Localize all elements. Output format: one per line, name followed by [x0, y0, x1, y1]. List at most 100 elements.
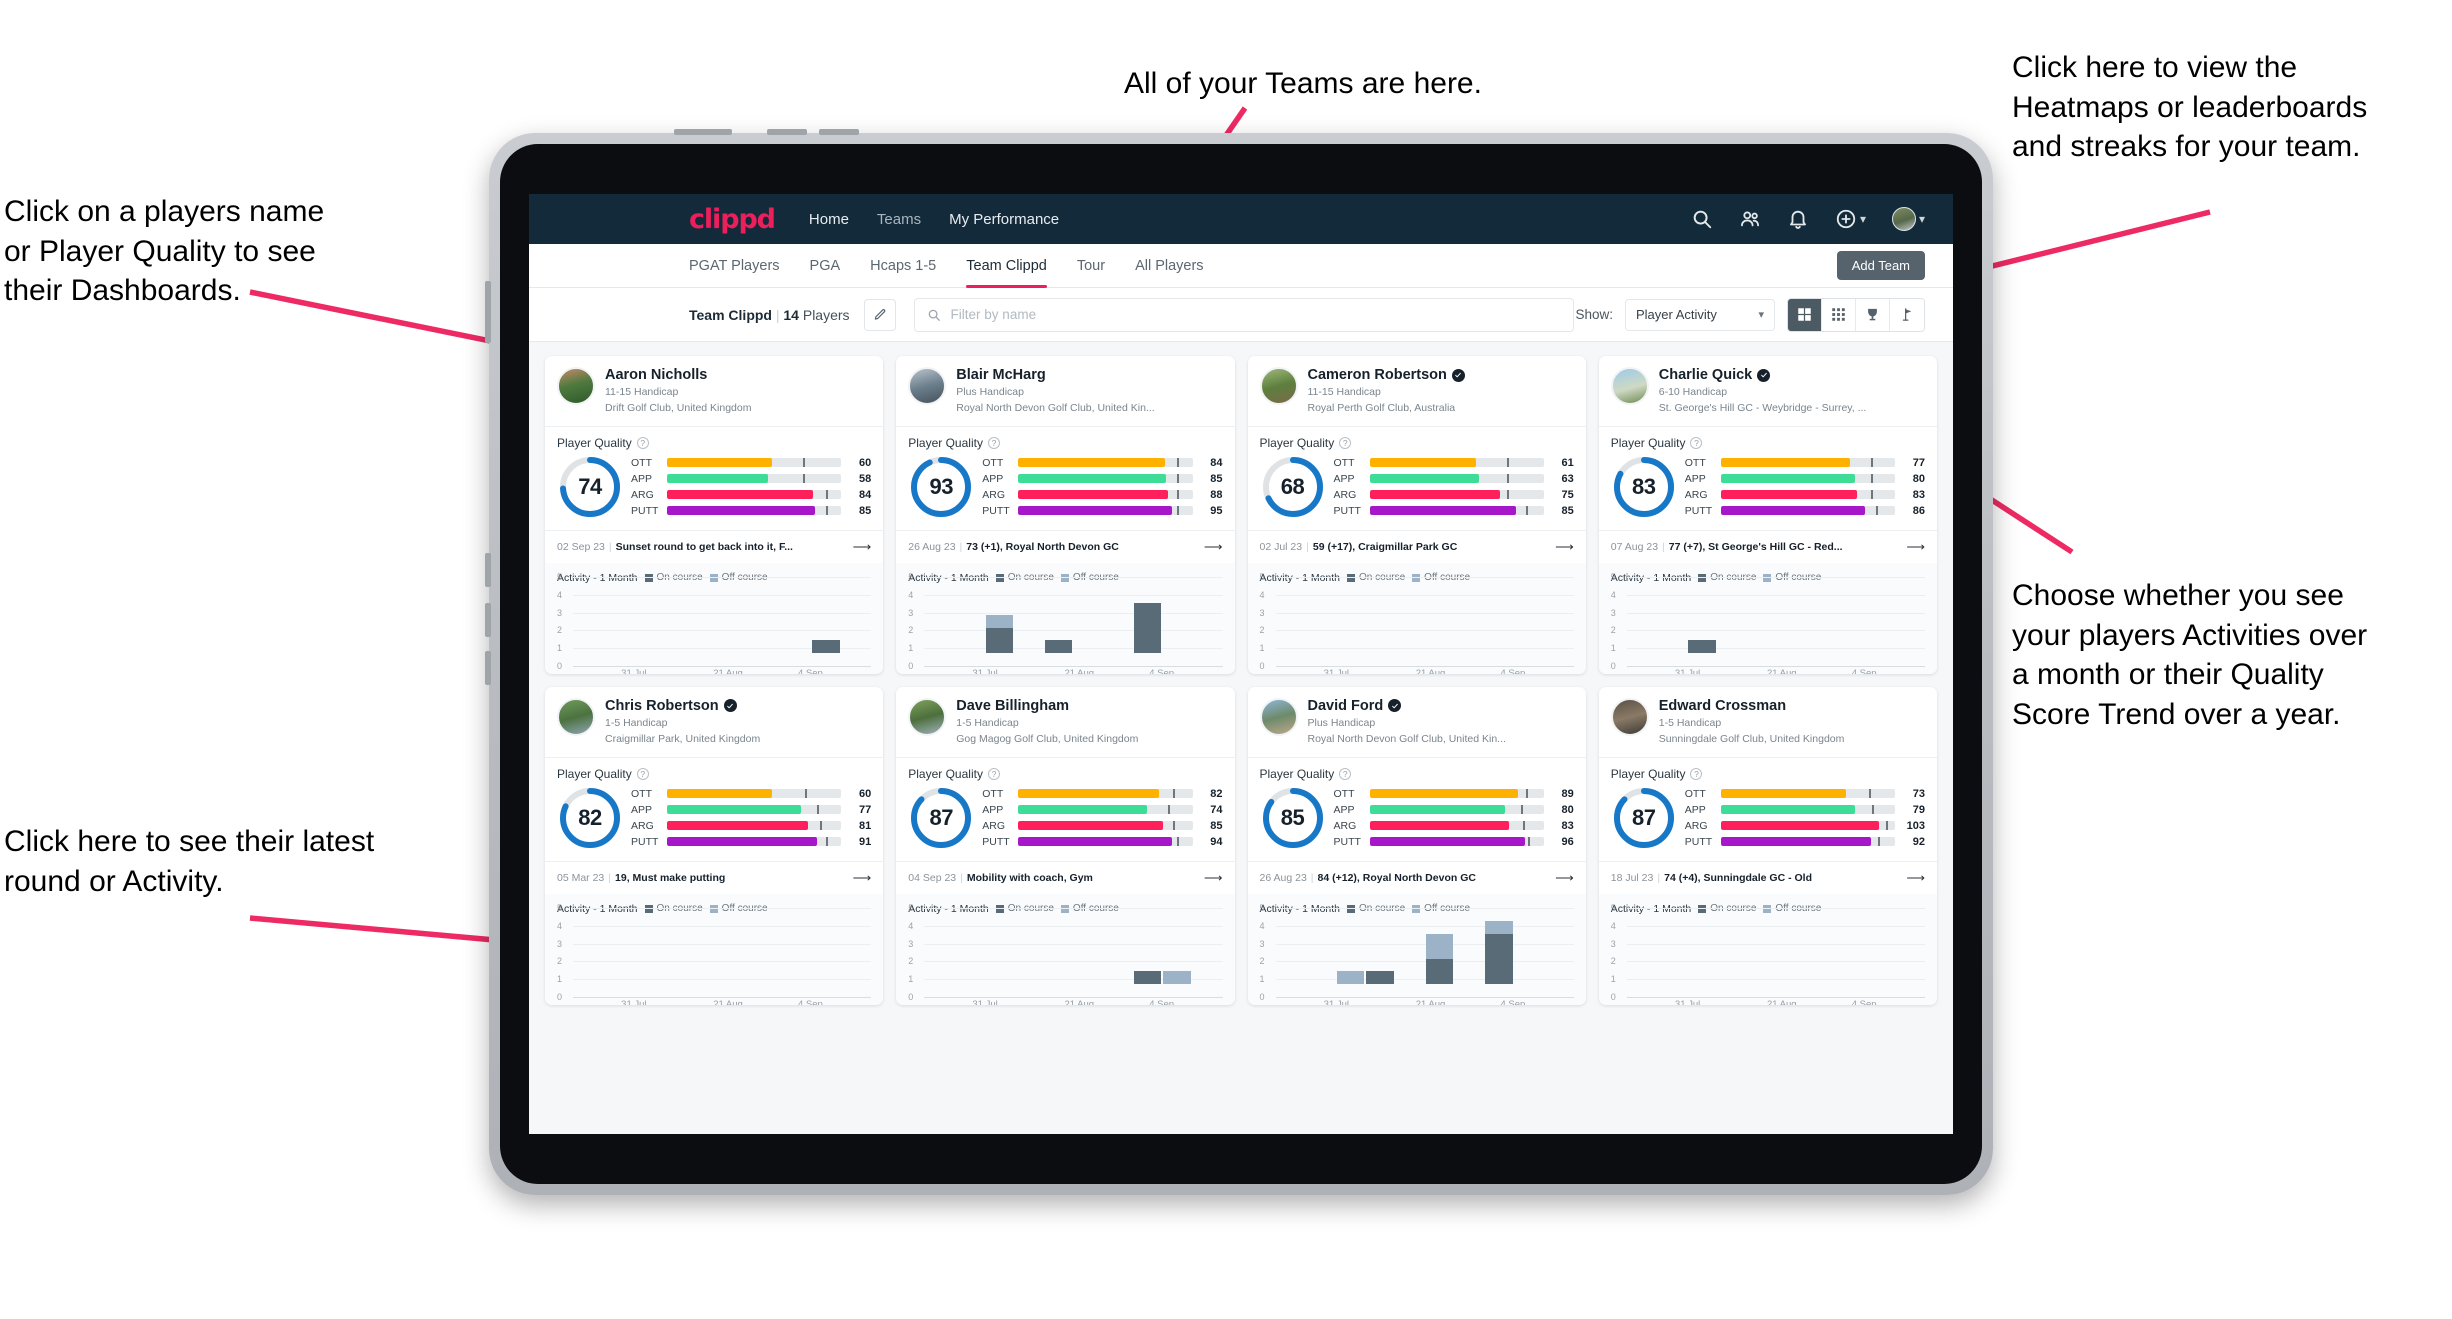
quality-ring[interactable]: 68: [1260, 454, 1326, 520]
quality-ring[interactable]: 87: [1611, 785, 1677, 851]
player-name[interactable]: Blair McHarg: [956, 367, 1045, 383]
course-view-button[interactable]: [1890, 298, 1924, 331]
player-avatar[interactable]: [908, 367, 947, 405]
player-avatar[interactable]: [1259, 367, 1298, 405]
arrow-right-icon[interactable]: ⟶: [1547, 539, 1574, 555]
avatar[interactable]: [1891, 207, 1916, 231]
arrow-right-icon[interactable]: ⟶: [1547, 870, 1574, 886]
latest-round-row[interactable]: 04 Sep 23 | Mobility with coach, Gym ⟶: [896, 862, 1234, 894]
add-team-button[interactable]: Add Team: [1836, 251, 1925, 280]
latest-round-row[interactable]: 18 Jul 23 | 74 (+4), Sunningdale GC - Old ⟶: [1599, 862, 1937, 894]
quality-ring[interactable]: 82: [557, 785, 623, 851]
tab-all-players[interactable]: All Players: [1135, 244, 1204, 288]
legend-off-course: Off course: [1763, 572, 1821, 583]
plus-circle-icon[interactable]: [1835, 208, 1857, 230]
volume-up-button[interactable]: [767, 129, 807, 135]
player-avatar[interactable]: [1610, 367, 1649, 405]
player-card[interactable]: Chris Robertson 1-5 Handicap Craigmillar P…: [545, 686, 884, 1005]
nav-item-teams[interactable]: Teams: [877, 211, 921, 228]
player-card[interactable]: Edward Crossman 1-5 Handicap Sunningdale G…: [1598, 686, 1937, 1005]
volume-down-button[interactable]: [819, 129, 859, 135]
help-icon[interactable]: ?: [987, 436, 1000, 449]
arrow-right-icon[interactable]: ⟶: [1898, 539, 1925, 555]
player-quality-label[interactable]: Player Quality: [908, 436, 983, 450]
player-card[interactable]: Aaron Nicholls 11-15 Handicap Drift Golf C…: [545, 356, 884, 674]
side-button-1[interactable]: [485, 553, 491, 587]
arrow-right-icon[interactable]: ⟶: [1196, 539, 1223, 555]
latest-round-row[interactable]: 02 Sep 23 | Sunset round to get back into …: [545, 531, 883, 563]
help-icon[interactable]: ?: [1339, 436, 1352, 449]
player-name[interactable]: Edward Crossman: [1659, 698, 1786, 714]
player-avatar[interactable]: [1610, 697, 1649, 736]
latest-round-row[interactable]: 26 Aug 23 | 84 (+12), Royal North Devon GC…: [1248, 862, 1586, 894]
player-quality-label[interactable]: Player Quality: [1260, 767, 1335, 781]
tab-team-clippd[interactable]: Team Clippd: [966, 244, 1047, 288]
player-avatar[interactable]: [557, 367, 595, 405]
arrow-right-icon[interactable]: ⟶: [1898, 870, 1925, 886]
chart-y-label: 4: [557, 920, 563, 931]
side-button-3[interactable]: [485, 651, 491, 685]
side-button-2[interactable]: [485, 603, 491, 637]
people-icon[interactable]: [1739, 208, 1761, 230]
tab-hcaps-1-5[interactable]: Hcaps 1-5: [870, 244, 936, 288]
player-name[interactable]: Charlie Quick: [1659, 367, 1752, 383]
player-avatar[interactable]: [557, 697, 595, 736]
edit-team-button[interactable]: [863, 298, 896, 331]
tab-pga[interactable]: PGA: [810, 244, 841, 288]
player-name[interactable]: Chris Robertson: [605, 698, 719, 714]
player-avatar[interactable]: [908, 697, 947, 736]
latest-round-row[interactable]: 26 Aug 23 | 73 (+1), Royal North Devon GC ⟶: [896, 531, 1234, 563]
player-quality-label[interactable]: Player Quality: [557, 767, 632, 781]
player-card[interactable]: Charlie Quick 6-10 Handicap St. George's H…: [1598, 356, 1937, 674]
player-card[interactable]: Blair McHarg Plus Handicap Royal North Dev…: [896, 356, 1235, 674]
help-icon[interactable]: ?: [1690, 436, 1703, 449]
arrow-right-icon[interactable]: ⟶: [1196, 870, 1223, 886]
metric-row: APP 63: [1334, 473, 1574, 485]
search-icon[interactable]: [1691, 208, 1713, 230]
show-select[interactable]: Player Activity ▾: [1625, 298, 1775, 331]
add-menu[interactable]: ▾: [1835, 208, 1866, 230]
player-name[interactable]: David Ford: [1308, 698, 1384, 714]
nav-item-home[interactable]: Home: [809, 211, 849, 228]
arrow-right-icon[interactable]: ⟶: [845, 539, 872, 555]
quality-ring[interactable]: 74: [557, 454, 623, 520]
player-quality-label[interactable]: Player Quality: [908, 767, 983, 781]
player-quality-label[interactable]: Player Quality: [1611, 767, 1686, 781]
profile-menu[interactable]: ▾: [1891, 207, 1925, 231]
help-icon[interactable]: ?: [636, 767, 649, 780]
quality-ring[interactable]: 87: [908, 785, 974, 851]
search-input[interactable]: [950, 307, 1561, 322]
leaderboard-view-button[interactable]: [1856, 298, 1890, 331]
help-icon[interactable]: ?: [1339, 767, 1352, 780]
quality-ring[interactable]: 93: [908, 454, 974, 520]
latest-round-row[interactable]: 02 Jul 23 | 59 (+17), Craigmillar Park GC ⟶: [1248, 531, 1586, 563]
tab-pgat-players[interactable]: PGAT Players: [689, 244, 780, 288]
grid-view-button[interactable]: [1788, 298, 1822, 331]
player-card[interactable]: Dave Billingham 1-5 Handicap Gog Magog Gol…: [896, 686, 1235, 1005]
notification-bell-icon[interactable]: [1787, 208, 1809, 230]
tab-tour[interactable]: Tour: [1077, 244, 1105, 288]
clippd-logo[interactable]: clippd: [689, 204, 776, 235]
help-icon[interactable]: ?: [636, 436, 649, 449]
power-button[interactable]: [674, 129, 732, 135]
player-card[interactable]: Cameron Robertson 11-15 Handicap Royal Per…: [1247, 356, 1586, 674]
player-card[interactable]: David Ford Plus Handicap Royal North Devon…: [1247, 686, 1586, 1005]
nav-item-my-performance[interactable]: My Performance: [949, 211, 1059, 228]
dense-grid-view-button[interactable]: [1822, 298, 1856, 331]
quality-ring[interactable]: 85: [1260, 785, 1326, 851]
player-avatar[interactable]: [1259, 697, 1298, 736]
player-quality-label[interactable]: Player Quality: [1611, 436, 1686, 450]
latest-round-row[interactable]: 05 Mar 23 | 19, Must make putting ⟶: [545, 862, 883, 894]
legend-on-course: On course: [995, 572, 1054, 583]
latest-round-row[interactable]: 07 Aug 23 | 77 (+7), St George's Hill GC -…: [1599, 531, 1937, 563]
player-quality-label[interactable]: Player Quality: [1260, 436, 1335, 450]
help-icon[interactable]: ?: [1690, 767, 1703, 780]
help-icon[interactable]: ?: [987, 767, 1000, 780]
player-name[interactable]: Dave Billingham: [956, 698, 1069, 714]
quality-ring[interactable]: 83: [1611, 454, 1677, 520]
search-field-wrapper[interactable]: [913, 297, 1574, 332]
player-quality-label[interactable]: Player Quality: [557, 436, 632, 450]
player-name[interactable]: Cameron Robertson: [1308, 367, 1447, 383]
arrow-right-icon[interactable]: ⟶: [845, 870, 872, 886]
player-name[interactable]: Aaron Nicholls: [605, 367, 707, 383]
